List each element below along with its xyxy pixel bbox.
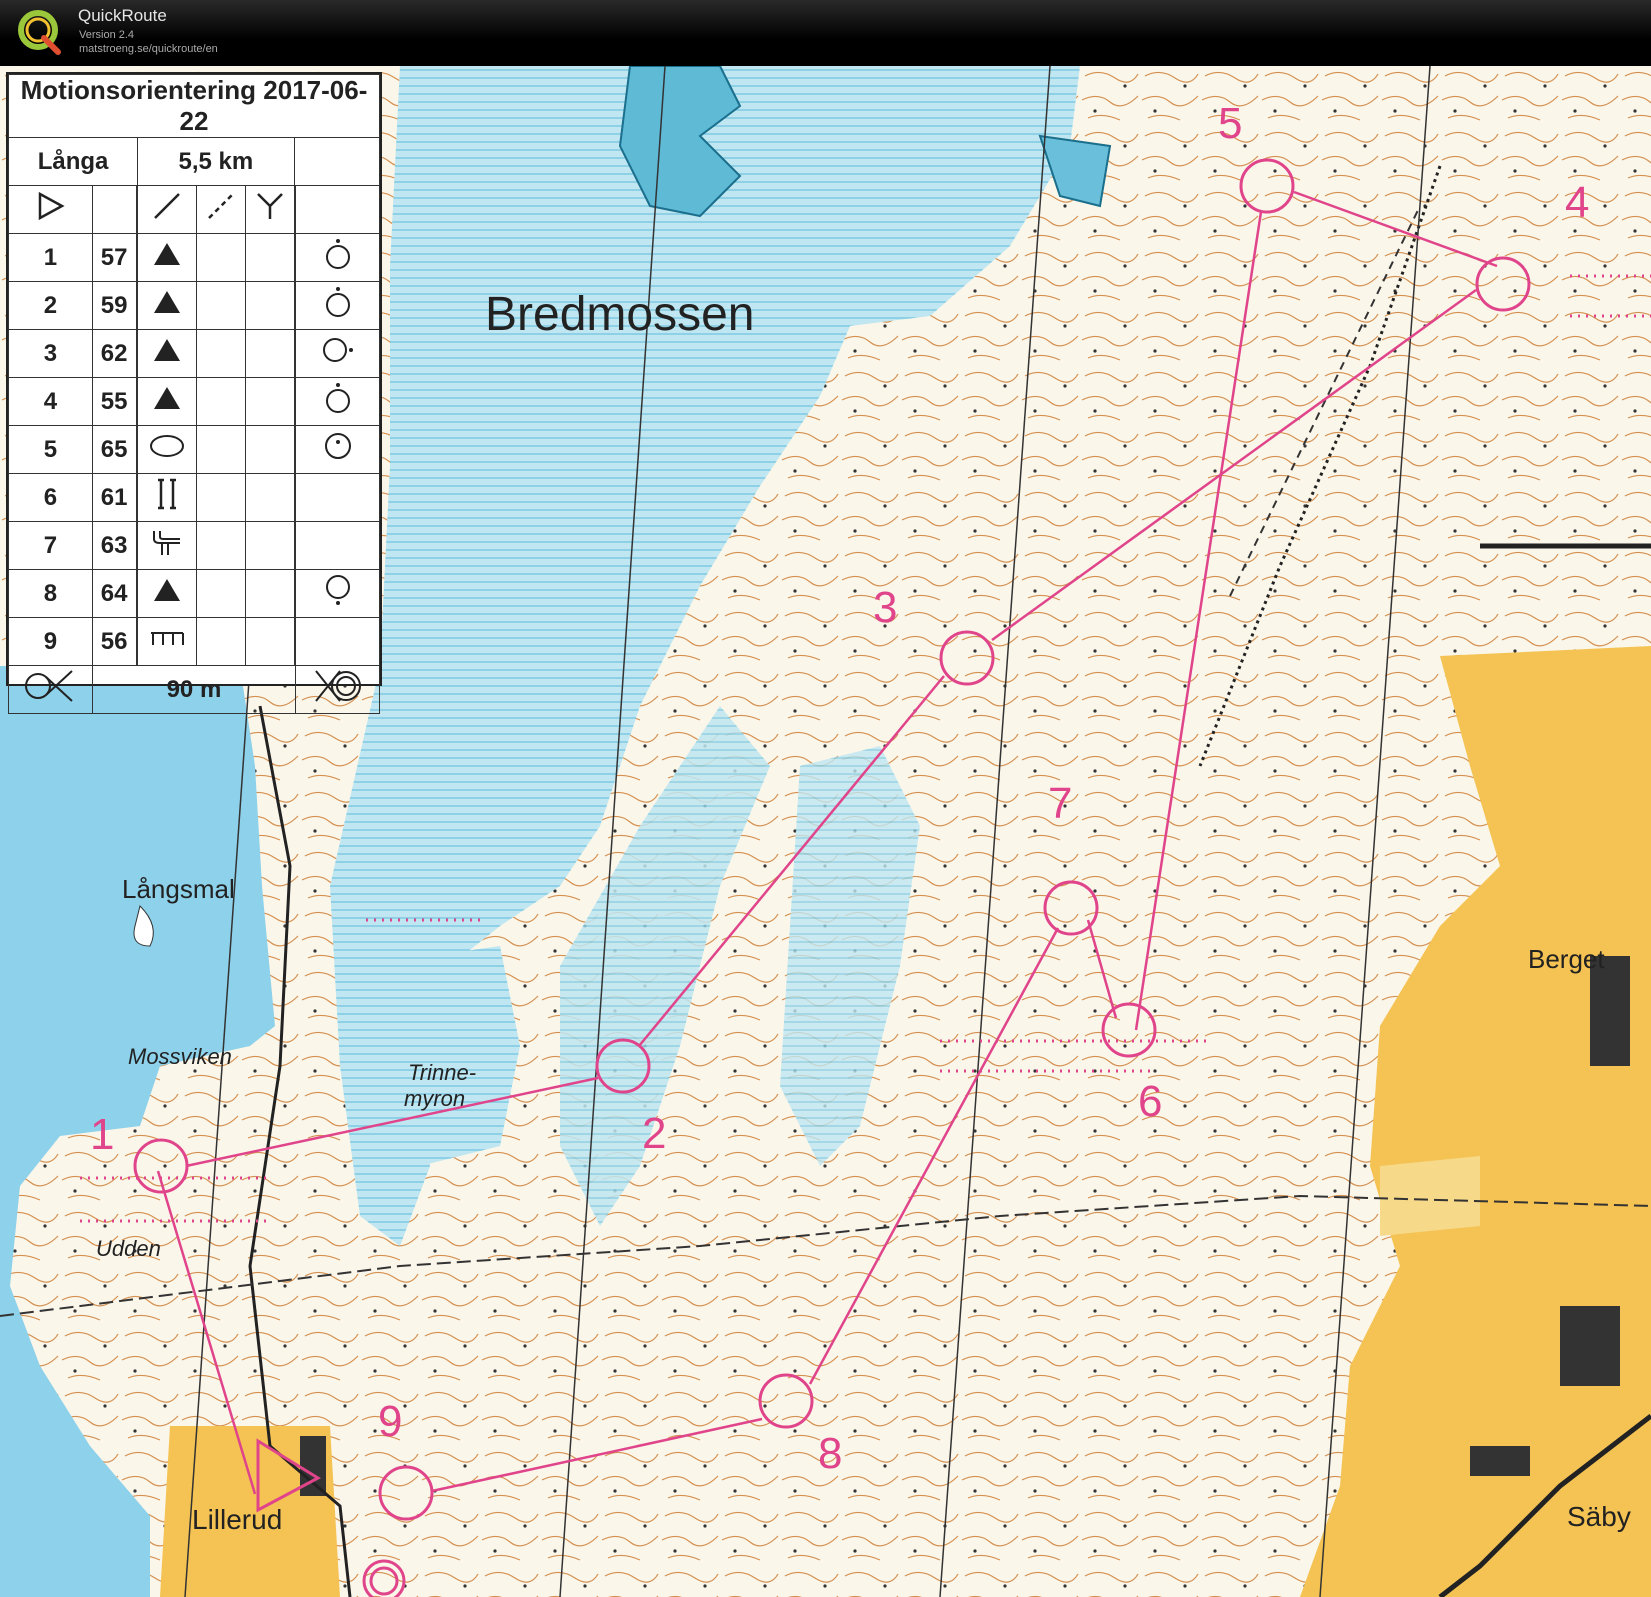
description-row: 5 65 [8, 425, 380, 474]
marsh-icon [137, 425, 197, 474]
description-row: 2 59 [8, 281, 380, 330]
foot-icon [295, 233, 380, 282]
rough-open-land [1380, 1156, 1480, 1236]
header-appearance-icon [195, 185, 246, 234]
description-row: 1 57 [8, 233, 380, 282]
event-title: Motionsorientering 2017-06-22 [8, 74, 380, 138]
control-number-5: 5 [1218, 99, 1242, 148]
row-code: 64 [91, 569, 137, 618]
description-row: 8 64 [8, 569, 380, 618]
row-code: 59 [91, 281, 137, 330]
row-code: 63 [91, 521, 137, 570]
place-name-lillerud: Lillerud [192, 1504, 282, 1535]
row-number: 9 [8, 617, 93, 666]
row-number: 6 [8, 473, 93, 522]
header-feature-icon [137, 185, 197, 234]
place-name-mossviken: Mossviken [128, 1044, 232, 1069]
control-number-4: 4 [1565, 178, 1589, 227]
description-row: 9 56 [8, 617, 380, 666]
last-control-icon [8, 665, 93, 714]
start-icon [8, 185, 93, 234]
title-bar: QuickRoute Version 2.4 matstroeng.se/qui… [0, 0, 1651, 66]
fence-icon [137, 617, 197, 666]
finish-row: 90 m [8, 665, 380, 714]
control-number-9: 9 [378, 1397, 402, 1446]
passage-icon [137, 473, 197, 522]
control-number-3: 3 [873, 583, 897, 632]
south-foot-icon [295, 569, 380, 618]
boulder-icon [137, 329, 197, 378]
place-name-trinne: Trinne- [408, 1060, 476, 1085]
row-code: 56 [91, 617, 137, 666]
boulder-icon [137, 377, 197, 426]
place-name-langsmal: Långsmal [122, 874, 235, 904]
boulder-icon [137, 569, 197, 618]
row-code: 65 [91, 425, 137, 474]
description-row: 4 55 [8, 377, 380, 426]
course-name: Långa [7, 137, 139, 186]
control-number-6: 6 [1138, 1077, 1162, 1126]
trinnemyron-marsh [360, 946, 520, 1166]
quickroute-window: QuickRoute Version 2.4 matstroeng.se/qui… [0, 0, 1651, 1597]
row-number: 5 [8, 425, 93, 474]
row-number: 2 [8, 281, 93, 330]
place-name-berget: Berget [1528, 944, 1605, 974]
app-url: matstroeng.se/quickroute/en [79, 43, 218, 55]
boulder-icon [137, 281, 197, 330]
row-number: 8 [8, 569, 93, 618]
place-name-saby: Säby [1567, 1501, 1631, 1532]
row-number: 7 [8, 521, 93, 570]
control-number-7: 7 [1048, 779, 1072, 828]
description-row: 7 63 [8, 521, 380, 570]
foot-icon [295, 377, 380, 426]
circle-dot-icon [295, 425, 380, 474]
building [1470, 1446, 1530, 1476]
control-number-8: 8 [818, 1429, 842, 1478]
row-number: 3 [8, 329, 93, 378]
boulder-icon [137, 233, 197, 282]
description-table: Motionsorientering 2017-06-22 Långa 5,5 … [7, 74, 381, 714]
row-number: 1 [8, 233, 93, 282]
building [1560, 1306, 1620, 1386]
foot-icon [295, 281, 380, 330]
control-description-sheet: Motionsorientering 2017-06-22 Långa 5,5 … [6, 72, 382, 714]
control-number-2: 2 [642, 1109, 666, 1158]
row-code: 57 [91, 233, 137, 282]
finish-distance: 90 m [91, 665, 297, 714]
finish-icon [295, 665, 380, 714]
row-code: 55 [91, 377, 137, 426]
control-number-1: 1 [90, 1110, 114, 1159]
app-title: QuickRoute [78, 6, 167, 25]
east-side-icon [295, 329, 380, 378]
path-junction-icon [137, 521, 197, 570]
row-code: 62 [91, 329, 137, 378]
app-version: Version 2.4 [79, 29, 135, 41]
description-row: 6 61 [8, 473, 380, 522]
header-junction-icon [244, 185, 295, 234]
place-name-udden: Udden [96, 1236, 161, 1261]
course-length: 5,5 km [137, 137, 295, 186]
quickroute-logo-icon [18, 10, 61, 55]
row-code: 61 [91, 473, 137, 522]
place-name-bredmossen: Bredmossen [485, 288, 754, 341]
row-number: 4 [8, 377, 93, 426]
description-row: 3 62 [8, 329, 380, 378]
